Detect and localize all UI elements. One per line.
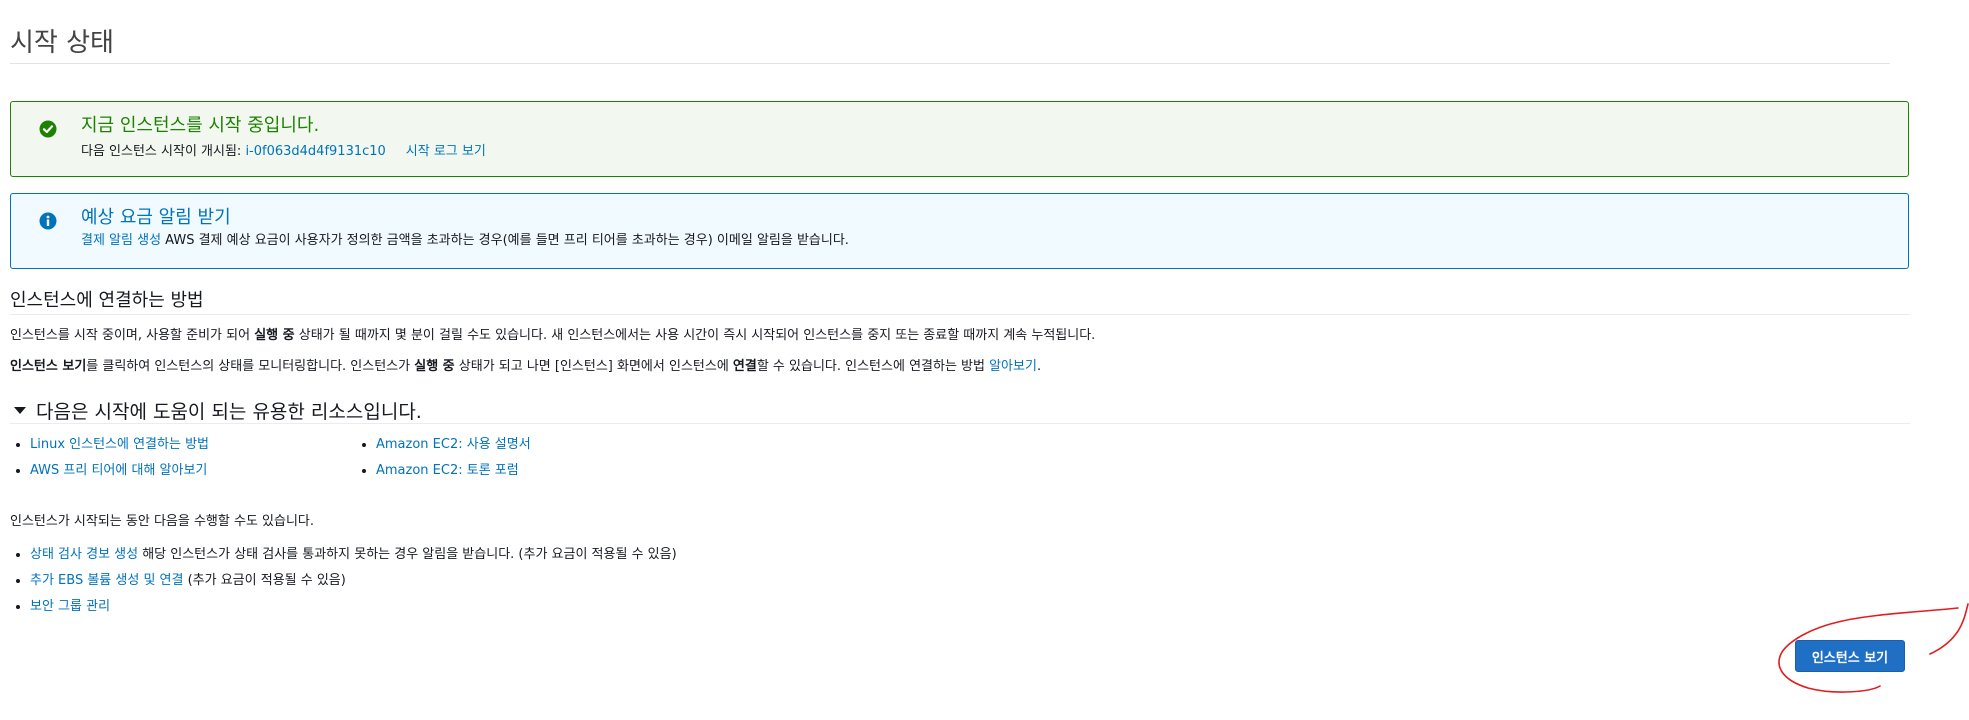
- resources-list-right: Amazon EC2: 사용 설명서 Amazon EC2: 토론 포럼: [356, 436, 531, 488]
- list-item: Amazon EC2: 토론 포럼: [356, 462, 531, 488]
- create-ebs-volume-link[interactable]: 추가 EBS 볼륨 생성 및 연결: [30, 573, 183, 588]
- p2-view-instances-bold: 인스턴스 보기: [10, 359, 87, 374]
- p2-running-bold: 실행 중: [414, 359, 455, 374]
- p1-text-a: 인스턴스를 시작 중이며, 사용할 준비가 되어: [10, 328, 255, 343]
- launch-success-alert: 지금 인스턴스를 시작 중입니다. 다음 인스턴스 시작이 개시됨: i-0f0…: [10, 101, 1909, 177]
- resources-heading: 다음은 시작에 도움이 되는 유용한 리소스입니다.: [36, 401, 422, 423]
- status-alarm-desc: 해당 인스턴스가 상태 검사를 통과하지 못하는 경우 알림을 받습니다. (추…: [138, 547, 677, 562]
- list-item: 추가 EBS 볼륨 생성 및 연결 (추가 요금이 적용될 수 있음): [10, 572, 677, 598]
- success-alert-body: 다음 인스턴스 시작이 개시됨: i-0f063d4d4f9131c10 시작 로…: [81, 143, 486, 161]
- billing-alert-info: 예상 요금 알림 받기 결제 알림 생성 AWS 결제 예상 요금이 사용자가 …: [10, 193, 1909, 269]
- learn-more-link[interactable]: 알아보기: [989, 359, 1037, 374]
- check-circle-icon: [39, 120, 57, 138]
- list-item: AWS 프리 티어에 대해 알아보기: [10, 462, 209, 488]
- list-item: 상태 검사 경보 생성 해당 인스턴스가 상태 검사를 통과하지 못하는 경우 …: [10, 546, 677, 572]
- info-alert-text: AWS 결제 예상 요금이 사용자가 정의한 금액을 초과하는 경우(예를 들면…: [161, 233, 849, 248]
- resources-list-left: Linux 인스턴스에 연결하는 방법 AWS 프리 티어에 대해 알아보기: [10, 436, 209, 488]
- p1-text-b: 상태가 될 때까지 몇 분이 걸릴 수도 있습니다. 새 인스턴스에서는 사용 …: [294, 328, 1096, 343]
- list-item: Amazon EC2: 사용 설명서: [356, 436, 531, 462]
- free-tier-link[interactable]: AWS 프리 티어에 대해 알아보기: [30, 463, 207, 478]
- info-circle-icon: [39, 212, 57, 230]
- view-launch-log-link[interactable]: 시작 로그 보기: [406, 144, 486, 159]
- actions-list: 상태 검사 경보 생성 해당 인스턴스가 상태 검사를 통과하지 못하는 경우 …: [10, 546, 677, 624]
- p2-text-b: 상태가 되고 나면 [인스턴스] 화면에서 인스턴스에: [454, 359, 733, 374]
- create-status-alarm-link[interactable]: 상태 검사 경보 생성: [30, 547, 138, 562]
- instance-id-link[interactable]: i-0f063d4d4f9131c10: [245, 144, 385, 159]
- title-divider: [10, 63, 1890, 64]
- create-billing-alert-link[interactable]: 결제 알림 생성: [81, 233, 161, 248]
- manage-security-groups-link[interactable]: 보안 그룹 관리: [30, 599, 110, 614]
- ec2-user-guide-link[interactable]: Amazon EC2: 사용 설명서: [376, 437, 531, 452]
- view-instances-button[interactable]: 인스턴스 보기: [1795, 640, 1905, 672]
- p2-text-a: 를 클릭하여 인스턴스의 상태를 모니터링합니다. 인스턴스가: [86, 359, 415, 374]
- connect-paragraph-1: 인스턴스를 시작 중이며, 사용할 준비가 되어 실행 중 상태가 될 때까지 …: [10, 327, 1095, 345]
- info-alert-heading: 예상 요금 알림 받기: [81, 207, 231, 228]
- success-alert-heading: 지금 인스턴스를 시작 중입니다.: [81, 115, 320, 136]
- connect-heading: 인스턴스에 연결하는 방법: [10, 290, 204, 311]
- ebs-volume-desc: (추가 요금이 적용될 수 있음): [183, 573, 346, 588]
- caret-down-icon: [14, 407, 26, 414]
- list-item: Linux 인스턴스에 연결하는 방법: [10, 436, 209, 462]
- info-alert-body: 결제 알림 생성 AWS 결제 예상 요금이 사용자가 정의한 금액을 초과하는…: [81, 232, 849, 250]
- actions-intro: 인스턴스가 시작되는 동안 다음을 수행할 수도 있습니다.: [10, 514, 315, 529]
- p2-connect-bold: 연결: [732, 359, 757, 374]
- connect-paragraph-2: 인스턴스 보기를 클릭하여 인스턴스의 상태를 모니터링합니다. 인스턴스가 실…: [10, 358, 1041, 376]
- connect-divider: [10, 314, 1910, 315]
- p1-running-bold: 실행 중: [254, 328, 295, 343]
- ec2-forum-link[interactable]: Amazon EC2: 토론 포럼: [376, 463, 519, 478]
- linux-connect-link[interactable]: Linux 인스턴스에 연결하는 방법: [30, 437, 209, 452]
- p2-text-c: 할 수 있습니다. 인스턴스에 연결하는 방법: [756, 359, 990, 374]
- list-item: 보안 그룹 관리: [10, 598, 677, 624]
- instance-launch-text: 다음 인스턴스 시작이 개시됨:: [81, 144, 246, 159]
- resources-toggle[interactable]: 다음은 시작에 도움이 되는 유용한 리소스입니다.: [10, 397, 422, 424]
- page-title: 시작 상태: [10, 28, 114, 58]
- p2-period: .: [1036, 359, 1042, 374]
- resources-divider: [10, 423, 1910, 424]
